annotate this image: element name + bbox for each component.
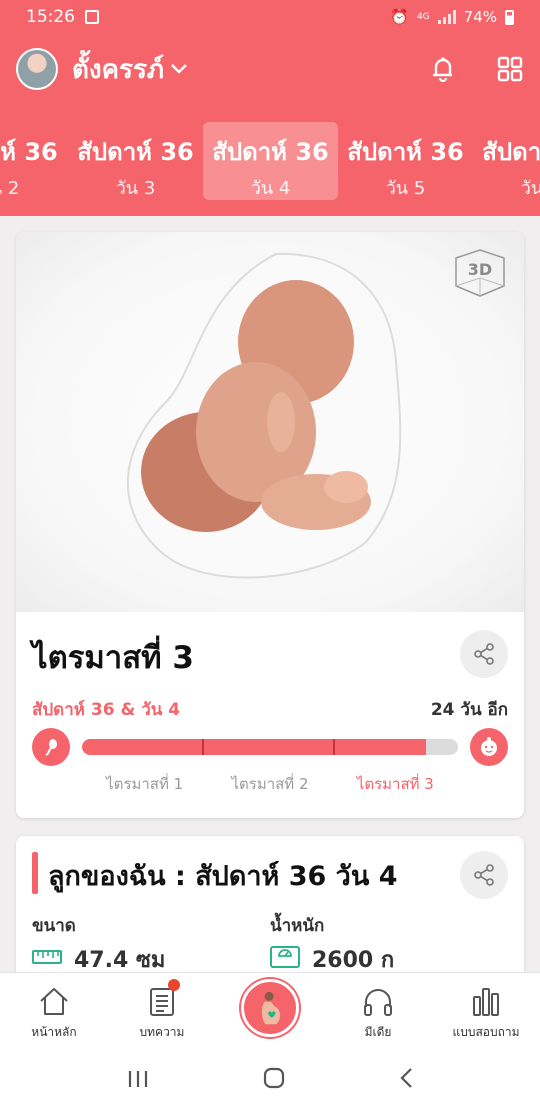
trimester-divider [333,739,335,755]
sperm-icon [32,728,70,766]
share-button[interactable] [460,851,508,899]
baby-heading: ลูกของฉัน : สัปดาห์ 36 วัน 4 [48,861,398,892]
alarm-icon: ⏰ [390,8,409,26]
bell-icon[interactable] [428,54,458,84]
tab-day-label: วัน 2 [0,178,20,199]
system-nav-bar [0,1052,540,1110]
3d-badge-label: 3D [468,260,492,279]
trimester-2-label: ไตรมาสที่ 2 [231,775,309,793]
tab-week-label: สัปดาห์ 36 [212,138,329,166]
nav-home-label: หน้าหลัก [31,1025,77,1039]
status-icons: ⏰ 4G 74% [390,8,514,26]
share-button[interactable] [460,630,508,678]
nav-home[interactable]: หน้าหลัก [0,973,108,1052]
size-label: ขนาด [32,916,76,936]
trimester-1-label: ไตรมาสที่ 1 [106,775,184,793]
nav-media[interactable]: มีเดีย [324,973,432,1052]
baby-face-icon [470,728,508,766]
signal-icon [437,10,456,24]
trimester-3-label: ไตรมาสที่ 3 [356,775,434,793]
day-tabs: สัปดาห์ 36 วัน 2 สัปดาห์ 36 วัน 3 สัปดาห… [0,104,540,216]
tab-week-label: สัปดาห์ 36 [482,138,540,166]
tab-day-3[interactable]: สัปดาห์ 36 วัน 3 [68,122,203,200]
battery-icon [505,9,514,25]
ruler-icon [32,947,62,972]
tab-week-label: สัปดาห์ 36 [347,138,464,166]
nav-media-label: มีเดีย [364,1025,392,1039]
nav-articles[interactable]: บทความ [108,973,216,1052]
current-week-day: สัปดาห์ 36 & วัน 4 [32,700,181,720]
3d-view-icon[interactable]: 3D [452,248,508,300]
battery-percent: 74% [463,8,497,26]
app-header: ตั้งครรภ์ [0,34,540,104]
home-icon [40,988,68,1015]
pregnancy-progress [32,728,508,768]
tab-day-label: วัน 4 [250,178,291,199]
tab-day-2[interactable]: สัปดาห์ 36 วัน 2 [0,122,67,200]
back-button[interactable] [398,1066,414,1097]
tab-day-5[interactable]: สัปดาห์ 36 วัน 5 [338,122,473,200]
bar-chart-icon [473,988,499,1016]
weight-label: น้ำหนัก [270,916,325,936]
grid-menu-icon[interactable] [496,55,524,83]
recent-apps-button[interactable] [126,1066,150,1096]
home-system-button[interactable] [262,1066,286,1097]
notification-check-icon [85,10,99,24]
avatar[interactable] [16,48,58,90]
tab-day-label: วัน 5 [385,178,426,199]
scale-icon [270,945,300,975]
nav-articles-label: บทความ [139,1025,185,1039]
heading-accent-bar [32,852,38,894]
fetus-3d-image[interactable]: 3D [16,232,524,612]
trimester-card: 3D ไตรมาสที่ 3 สัปดาห์ 36 & วัน 4 24 วัน… [16,232,524,818]
share-icon [474,643,494,665]
days-remaining: 24 วัน อีก [430,700,508,720]
trimester-title: ไตรมาสที่ 3 [32,640,194,676]
trimester-divider [202,739,204,755]
nav-pregnancy-center[interactable] [216,973,324,1052]
progress-track [82,739,458,755]
pregnant-woman-icon [261,991,281,1025]
tab-day-4[interactable]: สัปดาห์ 36 วัน 4 [203,122,338,200]
status-bar: 15:26 ⏰ 4G 74% [0,0,540,34]
trimester-labels: ไตรมาสที่ 1 ไตรมาสที่ 2 ไตรมาสที่ 3 [82,772,458,796]
tab-week-label: สัปดาห์ 36 [77,138,194,166]
bottom-nav: หน้าหลัก บทความ มีเดีย แบบสอบถาม [0,972,540,1052]
clock: 15:26 [26,7,75,27]
tab-day-6[interactable]: สัปดาห์ 36 วัน 6 [473,122,540,200]
pregnancy-center-button[interactable] [241,979,299,1037]
page-title[interactable]: ตั้งครรภ์ [72,49,164,90]
progress-fill [82,739,426,755]
nav-survey[interactable]: แบบสอบถาม [432,973,540,1052]
network-label: 4G [416,12,430,22]
nav-survey-label: แบบสอบถาม [452,1025,520,1039]
share-icon [474,864,494,886]
chevron-down-icon[interactable] [170,59,188,80]
fetus-illustration [126,252,402,579]
headphones-icon [364,989,392,1016]
tab-day-label: วัน 6 [520,178,540,199]
tab-week-label: สัปดาห์ 36 [0,138,58,166]
notification-dot [168,979,180,991]
tab-day-label: วัน 3 [115,178,156,199]
